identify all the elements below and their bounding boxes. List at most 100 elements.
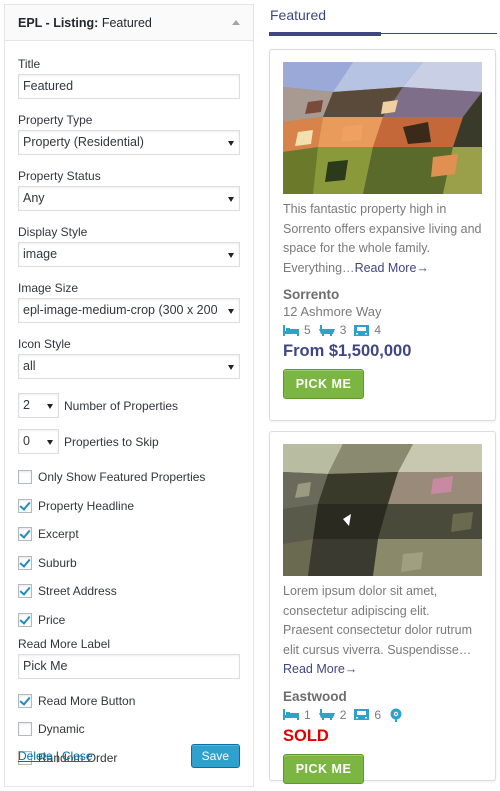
properties-to-skip-value: 0 (23, 434, 30, 448)
number-of-properties-row: 2 Number of Properties (18, 393, 240, 418)
property-image[interactable] (283, 444, 482, 576)
pick-me-button[interactable]: PICK ME (283, 753, 364, 784)
widget-actions: Delete | Close Save (18, 744, 240, 768)
property-type-select[interactable]: Property (Residential) (18, 130, 240, 155)
price-label: Price (38, 612, 66, 627)
price-row: Price (18, 612, 240, 628)
icon-style-select[interactable]: all (18, 354, 240, 379)
bath-icon (318, 709, 335, 720)
link-separator: | (55, 749, 59, 763)
select-arrow-icon (47, 404, 53, 409)
suburb-row: Suburb (18, 555, 240, 571)
only-featured-row: Only Show Featured Properties (18, 469, 240, 485)
cars-count: 4 (374, 323, 382, 337)
collapse-arrow-icon[interactable] (232, 20, 240, 25)
bed-icon (283, 709, 299, 720)
property-type-label: Property Type (18, 113, 93, 127)
car-icon (354, 324, 370, 336)
widget-links: Delete | Close (18, 749, 93, 763)
widget-header[interactable]: EPL - Listing: Featured (5, 5, 253, 41)
listing-excerpt: Lorem ipsum dolor sit amet, consectetur … (283, 582, 482, 680)
dynamic-checkbox[interactable] (18, 722, 32, 736)
listing-preview: Featured This fantastic property high in… (262, 0, 500, 791)
listing-street: 12 Ashmore Way (283, 304, 382, 319)
close-link[interactable]: Close (62, 749, 93, 763)
section-title: Featured (270, 7, 327, 23)
image-size-value: epl-image-medium-crop (300 x 200 (23, 303, 218, 317)
read-more-button-checkbox[interactable] (18, 693, 32, 708)
select-arrow-icon (47, 440, 53, 445)
widget-title-type: EPL - Listing: (18, 15, 99, 30)
number-of-properties-label: Number of Properties (64, 398, 179, 413)
listing-status: SOLD (283, 726, 329, 745)
widget-body: Title Featured Property Type Property (R… (5, 57, 253, 766)
widget-title: EPL - Listing: Featured (18, 16, 152, 30)
listing-features: 5 3 4 (283, 322, 482, 338)
property-image[interactable] (283, 62, 482, 194)
street-address-checkbox[interactable] (18, 584, 32, 598)
excerpt-row: Excerpt (18, 526, 240, 542)
beds-count: 1 (304, 707, 311, 722)
baths-count: 2 (339, 707, 347, 722)
beds-feature: 1 (283, 708, 311, 722)
read-more-label-label: Read More Label (18, 636, 111, 651)
listing-features: 1 2 6 (283, 707, 482, 723)
number-of-properties-select[interactable]: 2 (18, 393, 59, 418)
only-featured-label: Only Show Featured Properties (38, 470, 206, 484)
bed-icon (283, 324, 299, 336)
select-arrow-icon (228, 197, 234, 202)
widget-panel: EPL - Listing: Featured Title Featured P… (4, 4, 254, 787)
number-of-properties-value: 2 (23, 398, 30, 412)
read-more-link[interactable]: Read More→ (355, 261, 429, 275)
street-address-row: Street Address (18, 583, 240, 599)
dynamic-label: Dynamic (38, 722, 85, 736)
car-icon (354, 709, 370, 720)
display-style-select[interactable]: image (18, 242, 240, 267)
read-more-link[interactable]: Read More→ (283, 662, 357, 676)
cars-count: 6 (374, 707, 382, 722)
baths-feature: 2 (318, 707, 347, 722)
listing-price: From $1,500,000 (283, 342, 412, 360)
headline-label: Property Headline (38, 498, 135, 513)
icon-style-label: Icon Style (18, 337, 71, 351)
select-arrow-icon (228, 141, 234, 146)
property-type-value: Property (Residential) (23, 135, 144, 149)
read-more-label-input[interactable]: Pick Me (18, 653, 240, 679)
read-more-button-row: Read More Button (18, 693, 240, 709)
baths-feature: 3 (318, 323, 346, 337)
read-more-button-label: Read More Button (38, 693, 136, 708)
pool-feature (389, 708, 408, 722)
cars-feature: 4 (354, 323, 381, 337)
title-input[interactable]: Featured (18, 74, 240, 99)
property-status-value: Any (23, 191, 45, 205)
save-button[interactable]: Save (190, 744, 240, 768)
select-arrow-icon (228, 253, 234, 258)
listing-card: This fantastic property high in Sorrento… (269, 49, 496, 421)
icon-style-value: all (23, 359, 36, 373)
widget-title-name: Featured (101, 15, 152, 30)
title-label: Title (18, 57, 41, 71)
property-status-select[interactable]: Any (18, 186, 240, 211)
listing-card: Lorem ipsum dolor sit amet, consectetur … (269, 431, 496, 784)
properties-to-skip-select[interactable]: 0 (18, 429, 59, 454)
price-checkbox[interactable] (18, 612, 32, 627)
display-style-label: Display Style (18, 225, 88, 239)
excerpt-checkbox[interactable] (18, 527, 32, 541)
excerpt-label: Excerpt (38, 527, 79, 541)
suburb-label: Suburb (38, 555, 77, 570)
title-accent-bar (269, 32, 381, 36)
properties-to-skip-row: 0 Properties to Skip (18, 429, 240, 454)
only-featured-checkbox[interactable] (18, 470, 32, 484)
properties-to-skip-label: Properties to Skip (64, 434, 159, 449)
delete-link[interactable]: Delete (18, 749, 53, 763)
image-size-select[interactable]: epl-image-medium-crop (300 x 200 (18, 298, 240, 323)
listing-suburb: Sorrento (283, 287, 340, 302)
pool-icon (390, 708, 402, 722)
dynamic-row: Dynamic (18, 721, 240, 737)
bath-icon (318, 324, 335, 336)
suburb-checkbox[interactable] (18, 555, 32, 570)
headline-checkbox[interactable] (18, 498, 32, 513)
pick-me-button[interactable]: PICK ME (283, 369, 364, 399)
image-size-label: Image Size (18, 281, 79, 295)
headline-row: Property Headline (18, 498, 240, 514)
